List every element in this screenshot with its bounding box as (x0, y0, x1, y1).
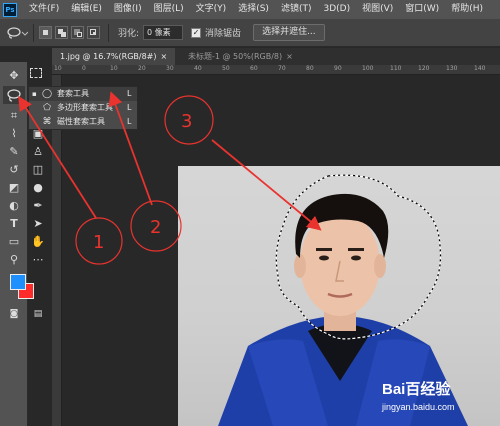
ruler-label: 30 (166, 65, 174, 72)
ruler-label: 60 (250, 65, 258, 72)
new-selection-button[interactable] (39, 26, 52, 39)
menu-select[interactable]: 选择(S) (232, 0, 275, 19)
subtract-from-selection-button[interactable] (71, 26, 84, 39)
flyout-item-polygonal-lasso[interactable]: ⬠ 多边形套索工具 L (29, 101, 137, 115)
menu-edit[interactable]: 编辑(E) (65, 0, 108, 19)
antialias-label: 消除锯齿 (205, 29, 242, 39)
lasso-icon: ◯ (41, 89, 53, 99)
ruler-label: 10 (54, 65, 62, 72)
feather-input[interactable]: 0 像素 (143, 25, 184, 40)
more-tools-icon[interactable]: ⋯ (30, 252, 46, 268)
ruler-label: 110 (390, 65, 402, 72)
tab-label: 未标题-1 @ 50%(RGB/8) (188, 52, 283, 61)
history-brush-tool-icon[interactable]: ↺ (6, 162, 22, 178)
lasso-icon (7, 89, 21, 102)
menu-3d[interactable]: 3D(D) (317, 0, 356, 19)
menu-bar: Ps 文件(F) 编辑(E) 图像(I) 图层(L) 文字(Y) 选择(S) 滤… (0, 0, 500, 19)
menu-help[interactable]: 帮助(H) (445, 0, 489, 19)
screen-mode-icon[interactable]: ▤ (30, 306, 46, 322)
add-to-selection-button[interactable] (55, 26, 68, 39)
path-selection-tool-icon[interactable]: ➤ (30, 216, 46, 232)
tab-1-jpg[interactable]: 1.jpg @ 16.7%(RGB/8#) × (52, 48, 176, 65)
baidu-jingyan-watermark: Bai百经验 jingyan.baidu.com (374, 378, 494, 422)
tab-label: 1.jpg @ 16.7%(RGB/8#) (60, 52, 157, 61)
antialias-checkbox[interactable]: ✓ (191, 27, 202, 38)
ruler-label: 90 (334, 65, 342, 72)
foreground-color-swatch[interactable] (10, 274, 26, 290)
eraser-tool-icon[interactable]: ◫ (30, 162, 46, 178)
ruler-label: 100 (362, 65, 374, 72)
hand-tool-icon[interactable]: ✋ (30, 234, 46, 250)
magnetic-lasso-icon: ⌘ (42, 117, 52, 127)
flyout-label: 多边形套索工具 (57, 103, 113, 112)
close-icon[interactable]: × (161, 52, 168, 61)
flyout-label: 磁性套索工具 (57, 117, 105, 126)
flyout-item-magnetic-lasso[interactable]: ⌘ 磁性套索工具 L (29, 115, 137, 129)
flyout-shortcut: L (127, 89, 132, 98)
menu-filter[interactable]: 滤镜(T) (275, 0, 318, 19)
ruler-label: 50 (222, 65, 230, 72)
watermark-url: jingyan.baidu.com (382, 402, 455, 412)
lasso-tool-icon[interactable] (3, 86, 25, 104)
menu-file[interactable]: 文件(F) (23, 0, 65, 19)
type-tool-icon[interactable]: T (6, 216, 22, 232)
lasso-icon (7, 26, 28, 39)
separator (33, 23, 34, 42)
menu-window[interactable]: 窗口(W) (399, 0, 445, 19)
zoom-tool-icon[interactable]: ⚲ (6, 252, 22, 268)
pen-tool-icon[interactable]: ✒ (30, 198, 46, 214)
lasso-tools-flyout: ▪ ◯ 套索工具 L ⬠ 多边形套索工具 L ⌘ 磁性套索工具 L (28, 86, 138, 130)
ruler-label: 10 (110, 65, 118, 72)
tool-preset-picker[interactable] (6, 23, 28, 43)
tools-panel: ✥ ⌗ ⌇ ▣ ✎ ♙ ↺ ◫ ◩ ● ◐ ✒ T ➤ ▭ ✋ ⚲ ⋯ ◙ ▤ (0, 62, 45, 426)
tab-untitled-1[interactable]: 未标题-1 @ 50%(RGB/8) × (180, 48, 301, 65)
menu-type[interactable]: 文字(Y) (190, 0, 233, 19)
ruler-label: 70 (278, 65, 286, 72)
menu-layer[interactable]: 图层(L) (148, 0, 190, 19)
quick-mask-icon[interactable]: ◙ (6, 306, 22, 322)
ruler-label: 40 (194, 65, 202, 72)
ruler-label: 130 (446, 65, 458, 72)
ruler-horizontal: 10 0 10 20 30 40 50 60 70 80 90 100 110 … (52, 65, 500, 75)
options-bar: 羽化: 0 像素 ✓ 消除锯齿 选择并遮住... (0, 19, 500, 47)
intersect-selection-button[interactable] (87, 26, 100, 39)
feather-label: 羽化: (118, 29, 140, 39)
rectangle-tool-icon[interactable]: ▭ (6, 234, 22, 250)
flyout-shortcut: L (127, 117, 132, 126)
menu-image[interactable]: 图像(I) (108, 0, 148, 19)
eyedropper-tool-icon[interactable]: ⌇ (6, 126, 22, 142)
move-tool-icon[interactable]: ✥ (6, 68, 22, 84)
close-icon[interactable]: × (286, 52, 293, 61)
ruler-label: 20 (138, 65, 146, 72)
paint-bucket-tool-icon[interactable]: ◩ (6, 180, 22, 196)
menu-view[interactable]: 视图(V) (356, 0, 399, 19)
selected-bullet-icon: ▪ (32, 90, 37, 98)
watermark-brand: Bai百经验 (382, 381, 451, 398)
brush-tool-icon[interactable]: ✎ (6, 144, 22, 160)
separator (108, 23, 109, 42)
photoshop-logo: Ps (3, 2, 17, 17)
ruler-label: 120 (418, 65, 430, 72)
stamp-tool-icon[interactable]: ♙ (30, 144, 46, 160)
flyout-shortcut: L (127, 103, 132, 112)
ruler-label: 140 (474, 65, 486, 72)
marquee-tool-icon[interactable] (30, 68, 42, 78)
blur-tool-icon[interactable]: ● (30, 180, 46, 196)
ruler-label: 80 (306, 65, 314, 72)
dodge-tool-icon[interactable]: ◐ (6, 198, 22, 214)
select-and-mask-button[interactable]: 选择并遮住... (253, 24, 325, 41)
ruler-label: 0 (82, 65, 86, 72)
flyout-item-lasso[interactable]: ▪ ◯ 套索工具 L (29, 87, 137, 101)
document-tab-bar: 1.jpg @ 16.7%(RGB/8#) × 未标题-1 @ 50%(RGB/8… (52, 48, 500, 65)
polygonal-lasso-icon: ⬠ (43, 103, 51, 113)
crop-tool-icon[interactable]: ⌗ (6, 108, 22, 124)
flyout-label: 套索工具 (57, 89, 89, 98)
